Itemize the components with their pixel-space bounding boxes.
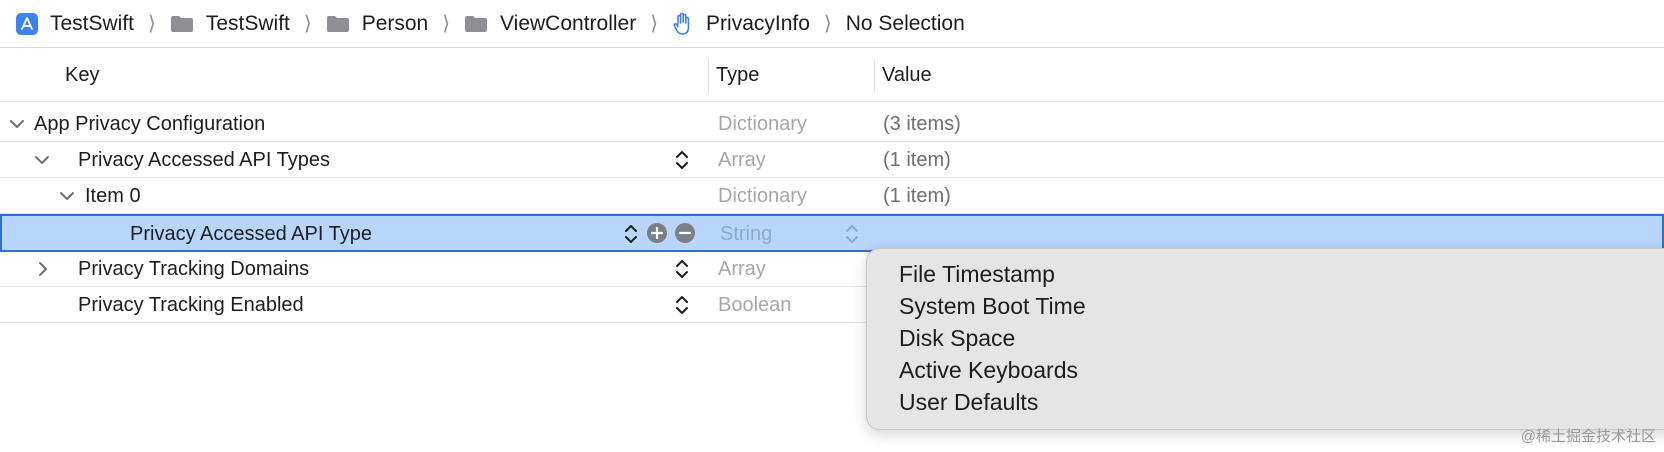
type-stepper-arrows-icon[interactable] — [845, 223, 859, 245]
folder-icon — [326, 15, 349, 32]
row-type: Dictionary — [718, 113, 807, 135]
row-value: (3 items) — [883, 113, 961, 135]
row-value: (1 item) — [883, 149, 951, 171]
chevron-right-icon[interactable] — [34, 260, 52, 278]
breadcrumb: TestSwift ⟩ TestSwift ⟩ Person ⟩ ViewCon… — [0, 0, 1664, 48]
menu-item-active-keyboards[interactable]: Active Keyboards — [899, 357, 1078, 384]
breadcrumb-separator: ⟩ — [650, 13, 659, 35]
row-key: Item 0 — [85, 185, 141, 207]
column-header-value[interactable]: Value — [882, 64, 932, 87]
breadcrumb-item-project[interactable]: TestSwift — [16, 12, 134, 36]
row-key: Privacy Tracking Enabled — [78, 294, 304, 316]
plist-row-selected[interactable]: Privacy Accessed API Type String — [0, 214, 1664, 252]
column-header-key[interactable]: Key — [65, 64, 99, 87]
minus-icon — [679, 231, 691, 235]
breadcrumb-item-viewcontroller[interactable]: ViewController — [464, 12, 636, 36]
row-key: App Privacy Configuration — [34, 113, 266, 135]
remove-item-button[interactable] — [675, 223, 695, 243]
column-divider[interactable] — [874, 59, 875, 93]
row-type: Dictionary — [718, 185, 807, 207]
breadcrumb-label: ViewController — [500, 11, 637, 35]
menu-item-user-defaults[interactable]: User Defaults — [899, 389, 1038, 416]
breadcrumb-item-group[interactable]: TestSwift — [170, 12, 290, 36]
menu-item-file-timestamp[interactable]: File Timestamp — [899, 261, 1055, 288]
row-key: Privacy Accessed API Types — [78, 149, 330, 171]
breadcrumb-separator: ⟩ — [442, 13, 451, 35]
breadcrumb-label: TestSwift — [205, 11, 290, 35]
breadcrumb-separator: ⟩ — [823, 13, 832, 35]
chevron-down-icon[interactable] — [8, 115, 26, 133]
column-divider[interactable] — [708, 59, 709, 93]
row-key: Privacy Accessed API Type — [130, 223, 372, 245]
stepper-arrows-icon[interactable] — [624, 223, 638, 245]
row-type: String — [720, 223, 773, 245]
chevron-down-icon[interactable] — [33, 151, 51, 169]
folder-icon — [465, 15, 488, 32]
menu-item-system-boot-time[interactable]: System Boot Time — [899, 293, 1086, 320]
stepper-arrows-icon[interactable] — [675, 294, 689, 316]
privacy-hand-icon — [673, 12, 690, 35]
breadcrumb-item-privacyinfo[interactable]: PrivacyInfo — [672, 12, 810, 36]
row-type: Array — [718, 149, 766, 171]
add-item-button[interactable] — [647, 223, 667, 243]
breadcrumb-label: PrivacyInfo — [706, 11, 810, 35]
row-key: Privacy Tracking Domains — [78, 258, 310, 280]
breadcrumb-item-selection[interactable]: No Selection — [846, 12, 965, 36]
column-header-type[interactable]: Type — [716, 64, 759, 87]
stepper-arrows-icon[interactable] — [675, 258, 689, 280]
breadcrumb-separator: ⟩ — [303, 13, 312, 35]
breadcrumb-label: TestSwift — [50, 11, 135, 35]
plist-row[interactable]: App Privacy Configuration Dictionary (3 … — [0, 107, 1664, 142]
folder-icon — [170, 15, 193, 32]
value-popup-menu: File Timestamp System Boot Time Disk Spa… — [866, 248, 1664, 430]
breadcrumb-separator: ⟩ — [148, 13, 156, 35]
plist-row[interactable]: Privacy Accessed API Types Array (1 item… — [0, 143, 1664, 178]
row-type: Array — [718, 258, 766, 280]
menu-item-disk-space[interactable]: Disk Space — [899, 325, 1015, 352]
chevron-down-icon[interactable] — [58, 187, 76, 205]
app-target-icon — [16, 12, 38, 35]
stepper-arrows-icon[interactable] — [675, 149, 689, 171]
breadcrumb-label: Person — [361, 11, 429, 35]
row-value: (1 item) — [883, 185, 951, 207]
plus-icon — [651, 227, 663, 239]
watermark: @稀土掘金技术社区 — [1520, 428, 1656, 445]
breadcrumb-item-person[interactable]: Person — [326, 11, 429, 36]
plist-row[interactable]: Item 0 Dictionary (1 item) — [0, 179, 1664, 214]
breadcrumb-label: No Selection — [845, 11, 965, 35]
plist-column-header: Key Type Value — [0, 49, 1664, 102]
row-type: Boolean — [718, 294, 792, 316]
